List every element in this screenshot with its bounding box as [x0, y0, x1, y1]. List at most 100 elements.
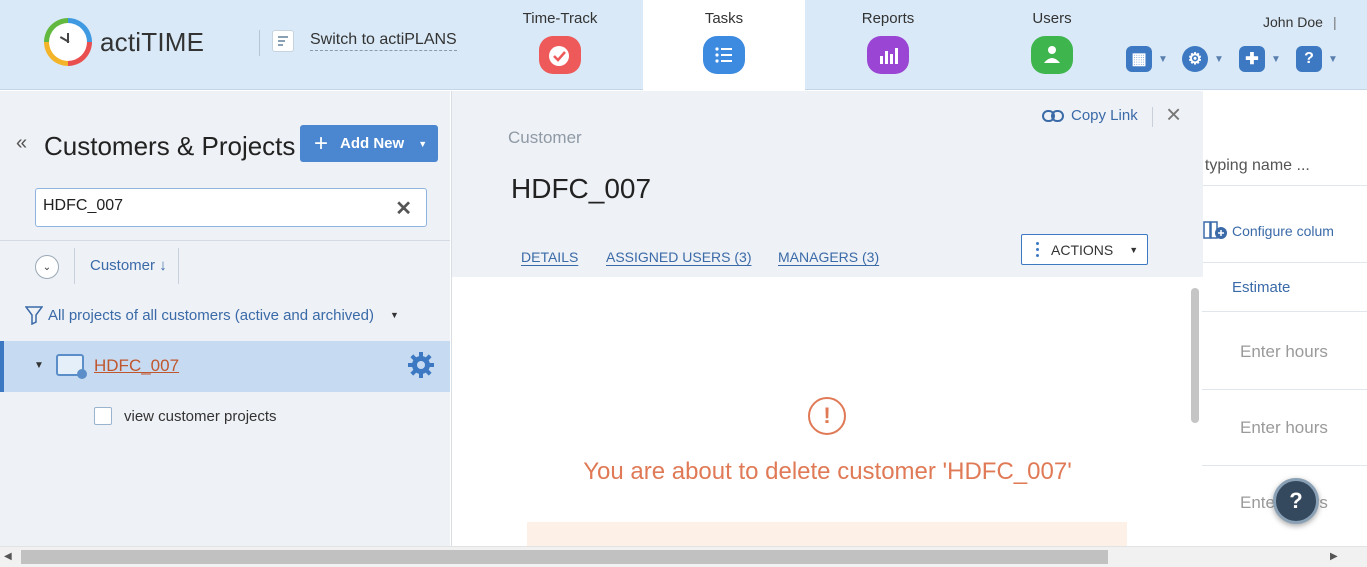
scroll-left-icon[interactable]: ◀ [4, 551, 12, 562]
checkmark-icon [539, 36, 581, 74]
divider [259, 30, 260, 56]
row-divider [1200, 185, 1367, 186]
switch-label: Switch to actiPLANS [310, 31, 457, 51]
clear-icon[interactable]: ✕ [395, 196, 412, 221]
addons-menu[interactable]: ✚ ▼ [1239, 44, 1281, 74]
customers-projects-panel: « Customers & Projects + Add New ▼ ✕ ⌄ C… [0, 91, 450, 546]
column-divider [74, 248, 75, 284]
chevron-down-icon: ▼ [1214, 53, 1224, 65]
chevron-down-icon: ▼ [1129, 244, 1139, 255]
user-separator: | [1333, 14, 1337, 30]
filter-label: All projects of all customers (active an… [48, 306, 374, 324]
customer-folder-icon [56, 354, 87, 379]
actions-label: ACTIONS [1051, 241, 1114, 258]
estimate-column-header: Estimate [1232, 279, 1291, 296]
chevron-down-icon: ▼ [1271, 53, 1281, 65]
tasks-table-background: t typing name ... Configure colum Estima… [1196, 91, 1367, 546]
logo-text: actiTIME [100, 26, 205, 57]
plus-icon: + [314, 129, 329, 157]
close-icon[interactable]: × [1166, 101, 1181, 127]
add-new-label: Add New [340, 135, 405, 152]
settings-menu[interactable]: ⚙ ▼ [1182, 44, 1224, 74]
customer-title[interactable]: HDFC_007 [511, 173, 651, 205]
customer-details-panel: Customer HDFC_007 Copy Link × DETAILS AS… [451, 91, 1203, 546]
calendar-icon [94, 407, 112, 425]
chevron-down-icon: ▼ [389, 310, 399, 320]
view-customer-projects[interactable]: view customer projects [94, 407, 277, 425]
tab-tasks[interactable]: Tasks [643, 0, 805, 90]
tab-managers[interactable]: MANAGERS (3) [778, 249, 879, 265]
estimate-input[interactable]: Enter hours [1240, 342, 1328, 362]
tab-label: Users [1032, 10, 1072, 27]
entity-type-label: Customer [508, 128, 582, 147]
copy-link-button[interactable]: Copy Link [1042, 107, 1138, 124]
estimate-input[interactable]: Enter hours [1240, 418, 1328, 438]
tab-label: Reports [861, 10, 915, 27]
tab-details[interactable]: DETAILS [521, 249, 578, 265]
bar-chart-icon [867, 36, 909, 74]
expand-caret-icon[interactable]: ▼ [34, 360, 44, 371]
arrow-down-icon: ↓ [159, 257, 167, 274]
scrollbar-thumb[interactable] [21, 550, 1108, 564]
link-icon [1042, 109, 1064, 122]
calendar-icon: ▦ [1126, 46, 1152, 72]
customer-row[interactable]: ▼ HDFC_007 [0, 341, 450, 392]
row-divider [1200, 311, 1367, 312]
search-input[interactable] [43, 197, 373, 215]
search-placeholder: t typing name ... [1196, 157, 1310, 174]
chevron-down-icon: ▼ [1328, 53, 1338, 65]
horizontal-scrollbar[interactable]: ◀ ▶ [0, 546, 1367, 567]
user-name[interactable]: John Doe [1263, 14, 1323, 30]
tab-users[interactable]: Users [971, 0, 1133, 90]
gear-icon: ⚙ [1182, 46, 1208, 72]
delete-warning-message: You are about to delete customer 'HDFC_0… [583, 458, 1072, 485]
puzzle-icon: ✚ [1239, 46, 1265, 72]
tab-label: Tasks [704, 10, 744, 27]
row-divider [1200, 389, 1367, 390]
actions-button[interactable]: ACTIONS ▼ [1021, 234, 1148, 265]
tab-reports[interactable]: Reports [807, 0, 969, 90]
configure-columns-icon [1203, 221, 1227, 239]
gear-icon[interactable] [407, 351, 435, 379]
filter-icon [25, 306, 43, 325]
clock-logo-icon [44, 18, 92, 66]
vertical-scrollbar[interactable] [1191, 288, 1199, 423]
tab-time-track[interactable]: Time-Track [479, 0, 641, 90]
row-divider [1200, 262, 1367, 263]
calendar-menu[interactable]: ▦ ▼ [1126, 44, 1168, 74]
question-icon: ? [1296, 46, 1322, 72]
page-title: Customers & Projects [44, 131, 296, 161]
divider [0, 240, 450, 241]
tab-assigned-users[interactable]: ASSIGNED USERS (3) [606, 249, 751, 265]
row-divider [1200, 465, 1367, 466]
chevron-down-icon: ▼ [1158, 53, 1168, 65]
list-icon [703, 36, 745, 74]
top-navigation-bar: actiTIME Switch to actiPLANS Time-Track … [0, 0, 1367, 90]
switch-product-link[interactable]: Switch to actiPLANS [272, 30, 457, 52]
configure-columns-button[interactable]: Configure colum [1202, 221, 1334, 241]
customer-name-link[interactable]: HDFC_007 [94, 356, 179, 376]
expand-all-button[interactable]: ⌄ [35, 255, 59, 279]
configure-columns-label: Configure colum [1232, 223, 1334, 239]
warning-details-box [527, 522, 1127, 546]
sort-by-customer[interactable]: Customer ↓ [90, 257, 167, 274]
view-projects-label: view customer projects [124, 407, 277, 425]
column-divider [178, 248, 179, 284]
tab-label: Time-Track [522, 10, 598, 27]
actiplans-icon [272, 30, 294, 52]
divider [1152, 107, 1153, 127]
chevron-down-icon: ▼ [418, 138, 428, 149]
column-label: Customer [90, 257, 156, 274]
help-question-icon[interactable]: ? [1273, 478, 1319, 524]
warning-icon: ! [808, 397, 846, 435]
help-menu[interactable]: ? ▼ [1296, 44, 1338, 74]
panel-header: Customer HDFC_007 Copy Link × DETAILS AS… [452, 91, 1203, 277]
search-field[interactable]: ✕ [35, 188, 427, 227]
more-vertical-icon [1036, 242, 1039, 257]
project-filter[interactable]: All projects of all customers (active an… [25, 305, 399, 325]
copy-link-label: Copy Link [1071, 107, 1138, 124]
scroll-right-icon[interactable]: ▶ [1330, 551, 1338, 562]
add-new-button[interactable]: + Add New ▼ [300, 125, 438, 162]
actitime-logo[interactable]: actiTIME [44, 18, 204, 66]
collapse-panel-icon[interactable]: « [16, 132, 27, 155]
